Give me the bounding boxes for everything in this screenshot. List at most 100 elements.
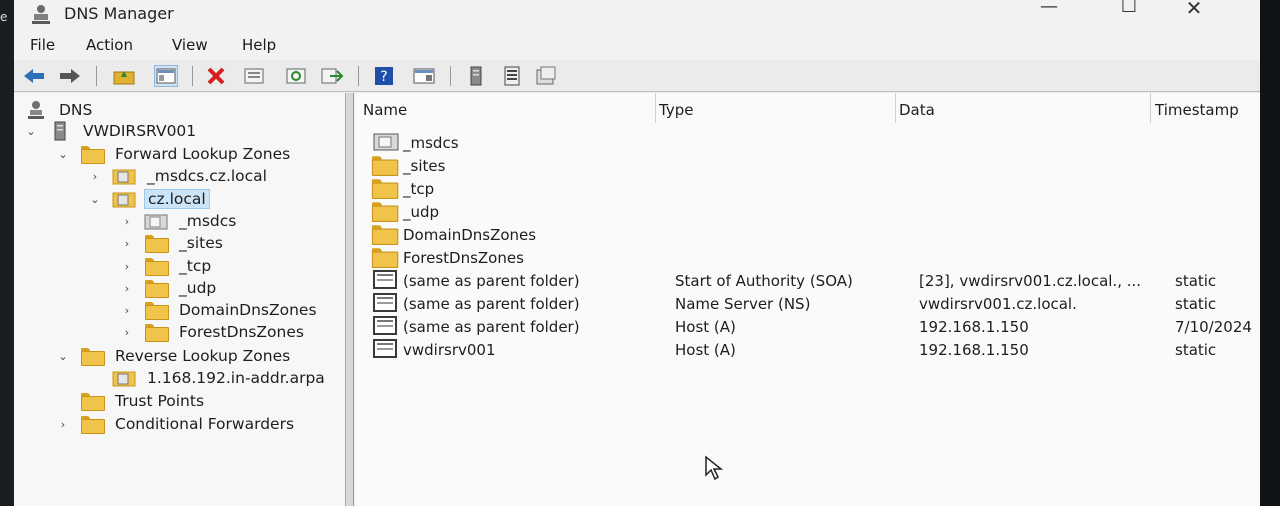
list-item[interactable]: _tcp: [355, 177, 1260, 200]
list-item[interactable]: (same as parent folder) Host (A) 192.168.1…: [355, 315, 1260, 338]
chevron-right-icon[interactable]: ›: [120, 304, 134, 317]
cell-name: vwdirsrv001: [403, 341, 496, 359]
list-item[interactable]: ForestDnsZones: [355, 246, 1260, 269]
console-tree: DNS ⌄ VWDIRSRV001 ⌄ Forward Lookup Zones…: [14, 93, 346, 506]
menu-help[interactable]: Help: [242, 36, 276, 54]
tree-node-sub-domaindnszones[interactable]: › DomainDnsZones: [120, 299, 320, 321]
tree-label-forward: Forward Lookup Zones: [115, 145, 291, 163]
tree-label-zone-msdcs: _msdcs.cz.local: [147, 167, 267, 185]
folder-icon: [371, 178, 399, 200]
record-list-icon[interactable]: [500, 65, 524, 87]
list-item[interactable]: _udp: [355, 200, 1260, 223]
refresh-icon[interactable]: [284, 65, 308, 87]
list-item[interactable]: DomainDnsZones: [355, 223, 1260, 246]
list-item[interactable]: vwdirsrv001 Host (A) 192.168.1.150 static: [355, 338, 1260, 361]
chevron-right-icon[interactable]: ›: [56, 418, 70, 431]
column-header-timestamp[interactable]: Timestamp: [1155, 93, 1239, 123]
window-title: DNS Manager: [64, 4, 174, 23]
chevron-down-icon[interactable]: ⌄: [24, 125, 38, 138]
cell-type: Name Server (NS): [675, 295, 811, 313]
zone-icon[interactable]: [534, 65, 558, 87]
tree-node-trust-points[interactable]: › Trust Points: [56, 390, 207, 412]
zone-icon: [112, 167, 136, 185]
chevron-right-icon[interactable]: ›: [120, 326, 134, 339]
export-icon[interactable]: [320, 65, 344, 87]
tree-label-sub-tcp: _tcp: [179, 257, 212, 275]
view-icon[interactable]: [412, 65, 436, 87]
menu-view[interactable]: View: [172, 36, 208, 54]
tree-node-reverse-lookup-zones[interactable]: ⌄ Reverse Lookup Zones: [56, 345, 293, 367]
pane-splitter[interactable]: [346, 93, 354, 506]
minimize-button[interactable]: —: [1014, 0, 1084, 20]
chevron-right-icon[interactable]: ›: [120, 282, 134, 295]
folder-icon: [371, 201, 399, 223]
column-header-name[interactable]: Name: [363, 93, 407, 123]
delete-icon[interactable]: [204, 65, 228, 87]
tree-node-sub-forestdnszones[interactable]: › ForestDnsZones: [120, 321, 307, 343]
tree-label-sub-domaindnszones: DomainDnsZones: [179, 301, 317, 319]
tree-node-sub-msdcs[interactable]: › _msdcs: [120, 210, 239, 232]
console-tree-icon[interactable]: [154, 65, 178, 87]
tree-node-zone-cz-local[interactable]: ⌄ cz.local: [88, 188, 210, 210]
cell-name: _msdcs: [403, 134, 459, 152]
tree-node-sub-tcp[interactable]: › _tcp: [120, 255, 214, 277]
folder-icon: [144, 257, 169, 276]
menu-action[interactable]: Action: [86, 36, 133, 54]
tree-label-reverse: Reverse Lookup Zones: [115, 347, 291, 365]
record-icon: [373, 270, 399, 290]
cell-name: ForestDnsZones: [403, 249, 524, 267]
cell-timestamp: static: [1175, 341, 1217, 359]
tree-node-dns[interactable]: DNS: [24, 99, 95, 121]
delegated-zone-icon: [373, 132, 399, 152]
background-strip: [1260, 0, 1280, 506]
chevron-right-icon[interactable]: ›: [120, 237, 134, 250]
tree-node-forward-lookup-zones[interactable]: ⌄ Forward Lookup Zones: [56, 143, 293, 165]
maximize-button[interactable]: ☐: [1094, 0, 1164, 20]
tree-label-trust: Trust Points: [115, 392, 205, 410]
mouse-cursor-icon: [705, 455, 724, 481]
folder-icon: [144, 234, 169, 253]
column-header-type[interactable]: Type: [659, 93, 693, 123]
cell-timestamp: 7/10/2024: [1175, 318, 1252, 336]
back-icon[interactable]: [22, 65, 46, 87]
tree-label-sub-sites: _sites: [179, 234, 223, 252]
title-bar: DNS Manager — ☐ ✕: [14, 0, 1260, 32]
chevron-right-icon[interactable]: ›: [120, 260, 134, 273]
cell-name: (same as parent folder): [403, 272, 580, 290]
up-folder-icon[interactable]: [112, 65, 136, 87]
menu-file[interactable]: File: [30, 36, 55, 54]
chevron-down-icon[interactable]: ⌄: [56, 148, 70, 161]
background-edge-text: e: [0, 10, 8, 24]
zone-icon: [112, 190, 136, 208]
tree-label-sub-msdcs: _msdcs: [179, 212, 237, 230]
help-icon[interactable]: ?: [372, 65, 396, 87]
forward-icon[interactable]: [58, 65, 82, 87]
chevron-right-icon[interactable]: ›: [120, 215, 134, 228]
folder-icon: [80, 145, 105, 164]
tree-node-reverse-zone[interactable]: › 1.168.192.in-addr.arpa: [88, 367, 328, 389]
tree-node-sub-udp[interactable]: › _udp: [120, 277, 219, 299]
close-button[interactable]: ✕: [1159, 0, 1229, 20]
column-header-data[interactable]: Data: [899, 93, 935, 123]
properties-icon[interactable]: [242, 65, 266, 87]
folder-icon: [371, 247, 399, 268]
tree-node-zone-msdcs[interactable]: › _msdcs.cz.local: [88, 165, 270, 187]
cell-type: Host (A): [675, 341, 736, 359]
chevron-down-icon[interactable]: ⌄: [88, 193, 102, 206]
list-item[interactable]: _sites: [355, 154, 1260, 177]
cell-timestamp: static: [1175, 272, 1217, 290]
list-item[interactable]: _msdcs: [355, 131, 1260, 154]
list-item[interactable]: (same as parent folder) Name Server (NS) v…: [355, 292, 1260, 315]
tree-node-sub-sites[interactable]: › _sites: [120, 232, 226, 254]
server-icon[interactable]: [464, 65, 488, 87]
list-item[interactable]: (same as parent folder) Start of Authorit…: [355, 269, 1260, 292]
folder-icon: [144, 279, 169, 298]
folder-icon: [80, 347, 105, 366]
chevron-right-icon[interactable]: ›: [88, 170, 102, 183]
tree-node-server[interactable]: ⌄ VWDIRSRV001: [24, 120, 199, 142]
menu-bar: File Action View Help: [14, 32, 1260, 60]
tree-node-conditional-forwarders[interactable]: › Conditional Forwarders: [56, 413, 297, 435]
folder-icon: [371, 224, 399, 246]
record-icon: [373, 293, 399, 313]
chevron-down-icon[interactable]: ⌄: [56, 350, 70, 363]
